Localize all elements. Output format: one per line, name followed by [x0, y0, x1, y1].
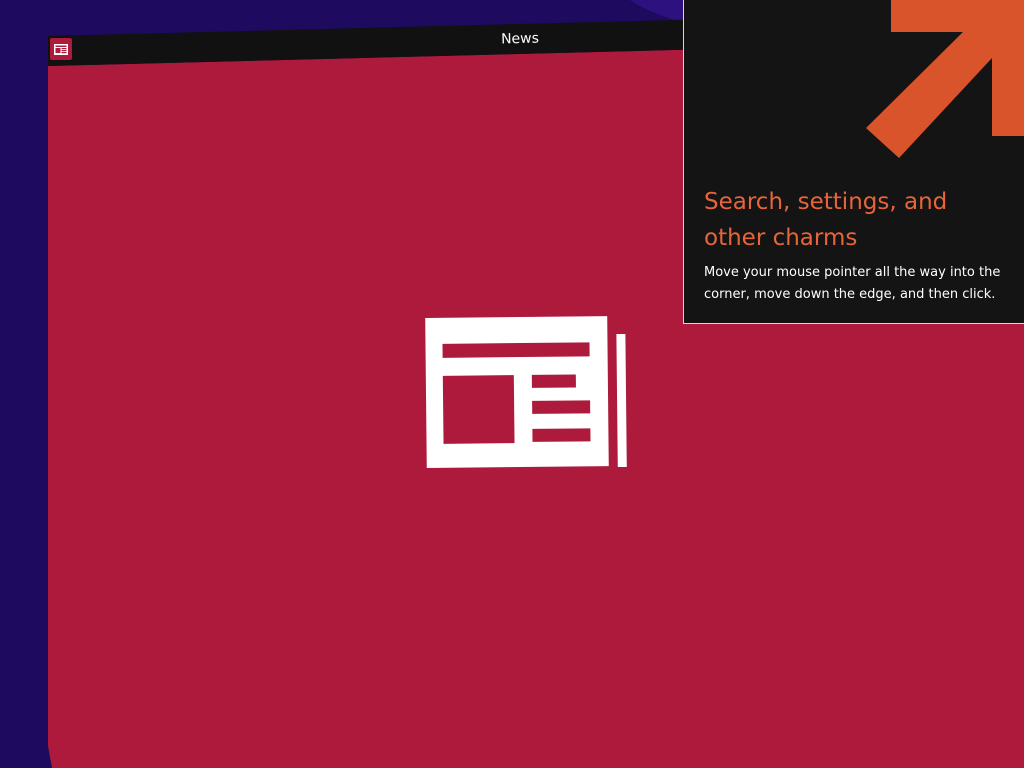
hint-body: Move your mouse pointer all the way into… [704, 265, 1001, 302]
hint-title: Search, settings, and other charms [704, 189, 948, 251]
charms-hint-panel: Search, settings, and other charms Move … [683, 0, 1024, 324]
newspaper-icon [425, 313, 629, 471]
window-title: News [500, 30, 540, 48]
arrow-up-right-icon [866, 0, 1024, 158]
desktop-background: News Search, settings, and other charms … [0, 0, 1024, 768]
news-app-icon[interactable] [50, 38, 72, 60]
